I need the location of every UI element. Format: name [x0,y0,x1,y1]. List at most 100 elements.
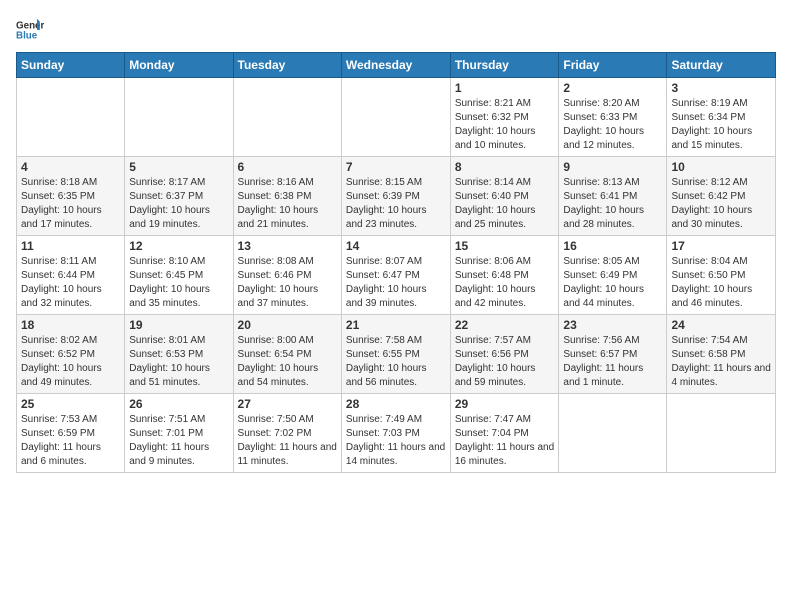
day-info: Sunrise: 8:06 AM Sunset: 6:48 PM Dayligh… [455,255,555,311]
day-number: 3 [671,81,771,95]
calendar-week-row: 4 Sunrise: 8:18 AM Sunset: 6:35 PM Daylig… [17,157,776,236]
calendar-cell: 7 Sunrise: 8:15 AM Sunset: 6:39 PM Daylig… [341,157,450,236]
calendar-cell [559,394,667,473]
calendar-cell: 17Sunrise: 8:04 AM Sunset: 6:50 PM Dayli… [667,236,776,315]
day-number: 29 [455,397,555,411]
calendar-cell: 23 Sunrise: 7:56 AM Sunset: 6:57 PM Dayli… [559,315,667,394]
day-info: Sunrise: 8:05 AM Sunset: 6:49 PM Dayligh… [563,255,662,311]
weekday-header-saturday: Saturday [667,53,776,78]
day-info: Sunrise: 7:47 AM Sunset: 7:04 PM Dayligh… [455,413,555,469]
logo: General Blue [16,16,46,44]
day-info: Sunrise: 8:02 AM Sunset: 6:52 PM Dayligh… [21,334,120,390]
calendar-cell: 12 Sunrise: 8:10 AM Sunset: 6:45 PM Dayli… [125,236,233,315]
calendar-cell: 28 Sunrise: 7:49 AM Sunset: 7:03 PM Dayli… [341,394,450,473]
calendar-cell: 18 Sunrise: 8:02 AM Sunset: 6:52 PM Dayli… [17,315,125,394]
day-number: 12 [129,239,228,253]
day-number: 13 [238,239,337,253]
calendar-cell: 9 Sunrise: 8:13 AM Sunset: 6:41 PM Daylig… [559,157,667,236]
calendar-week-row: 11 Sunrise: 8:11 AM Sunset: 6:44 PM Dayli… [17,236,776,315]
weekday-header-wednesday: Wednesday [341,53,450,78]
calendar-cell [233,78,341,157]
day-info: Sunrise: 8:12 AM Sunset: 6:42 PM Dayligh… [671,176,771,232]
calendar-week-row: 25 Sunrise: 7:53 AM Sunset: 6:59 PM Dayli… [17,394,776,473]
day-info: Sunrise: 8:16 AM Sunset: 6:38 PM Dayligh… [238,176,337,232]
day-number: 15 [455,239,555,253]
day-number: 25 [21,397,120,411]
calendar-cell: 16 Sunrise: 8:05 AM Sunset: 6:49 PM Dayli… [559,236,667,315]
calendar-cell: 14 Sunrise: 8:07 AM Sunset: 6:47 PM Dayli… [341,236,450,315]
calendar-week-row: 18 Sunrise: 8:02 AM Sunset: 6:52 PM Dayli… [17,315,776,394]
day-info: Sunrise: 7:54 AM Sunset: 6:58 PM Dayligh… [671,334,771,390]
weekday-header-row: SundayMondayTuesdayWednesdayThursdayFrid… [17,53,776,78]
day-info: Sunrise: 8:14 AM Sunset: 6:40 PM Dayligh… [455,176,555,232]
day-number: 14 [346,239,446,253]
day-info: Sunrise: 7:50 AM Sunset: 7:02 PM Dayligh… [238,413,337,469]
logo-icon: General Blue [16,16,44,44]
weekday-header-tuesday: Tuesday [233,53,341,78]
day-number: 7 [346,160,446,174]
day-number: 10 [671,160,771,174]
calendar-cell: 19 Sunrise: 8:01 AM Sunset: 6:53 PM Dayli… [125,315,233,394]
calendar-cell: 13Sunrise: 8:08 AM Sunset: 6:46 PM Dayli… [233,236,341,315]
calendar-cell: 4 Sunrise: 8:18 AM Sunset: 6:35 PM Daylig… [17,157,125,236]
day-info: Sunrise: 8:10 AM Sunset: 6:45 PM Dayligh… [129,255,228,311]
day-number: 8 [455,160,555,174]
calendar-cell: 8 Sunrise: 8:14 AM Sunset: 6:40 PM Daylig… [450,157,559,236]
calendar-cell: 1 Sunrise: 8:21 AM Sunset: 6:32 PM Daylig… [450,78,559,157]
day-number: 11 [21,239,120,253]
day-info: Sunrise: 8:00 AM Sunset: 6:54 PM Dayligh… [238,334,337,390]
calendar-cell [17,78,125,157]
day-number: 21 [346,318,446,332]
day-number: 23 [563,318,662,332]
day-number: 28 [346,397,446,411]
weekday-header-sunday: Sunday [17,53,125,78]
calendar-cell: 20 Sunrise: 8:00 AM Sunset: 6:54 PM Dayli… [233,315,341,394]
calendar-cell [341,78,450,157]
calendar-cell: 26 Sunrise: 7:51 AM Sunset: 7:01 PM Dayli… [125,394,233,473]
day-number: 20 [238,318,337,332]
day-info: Sunrise: 8:15 AM Sunset: 6:39 PM Dayligh… [346,176,446,232]
day-info: Sunrise: 8:11 AM Sunset: 6:44 PM Dayligh… [21,255,120,311]
day-info: Sunrise: 8:18 AM Sunset: 6:35 PM Dayligh… [21,176,120,232]
day-info: Sunrise: 8:20 AM Sunset: 6:33 PM Dayligh… [563,97,662,153]
calendar-cell: 11 Sunrise: 8:11 AM Sunset: 6:44 PM Dayli… [17,236,125,315]
day-number: 4 [21,160,120,174]
day-info: Sunrise: 8:17 AM Sunset: 6:37 PM Dayligh… [129,176,228,232]
header: General Blue [16,16,776,44]
weekday-header-friday: Friday [559,53,667,78]
calendar-table: SundayMondayTuesdayWednesdayThursdayFrid… [16,52,776,473]
day-info: Sunrise: 7:49 AM Sunset: 7:03 PM Dayligh… [346,413,446,469]
calendar-cell: 25 Sunrise: 7:53 AM Sunset: 6:59 PM Dayli… [17,394,125,473]
day-info: Sunrise: 7:53 AM Sunset: 6:59 PM Dayligh… [21,413,120,469]
calendar-cell: 27 Sunrise: 7:50 AM Sunset: 7:02 PM Dayli… [233,394,341,473]
day-number: 9 [563,160,662,174]
calendar-cell: 10 Sunrise: 8:12 AM Sunset: 6:42 PM Dayli… [667,157,776,236]
day-number: 26 [129,397,228,411]
day-number: 18 [21,318,120,332]
day-number: 22 [455,318,555,332]
day-info: Sunrise: 7:58 AM Sunset: 6:55 PM Dayligh… [346,334,446,390]
day-number: 6 [238,160,337,174]
calendar-cell: 15 Sunrise: 8:06 AM Sunset: 6:48 PM Dayli… [450,236,559,315]
calendar-cell: 21 Sunrise: 7:58 AM Sunset: 6:55 PM Dayli… [341,315,450,394]
day-info: Sunrise: 8:04 AM Sunset: 6:50 PM Dayligh… [671,255,771,311]
calendar-cell: 22Sunrise: 7:57 AM Sunset: 6:56 PM Dayli… [450,315,559,394]
calendar-cell: 5Sunrise: 8:17 AM Sunset: 6:37 PM Daylig… [125,157,233,236]
day-info: Sunrise: 8:01 AM Sunset: 6:53 PM Dayligh… [129,334,228,390]
day-number: 1 [455,81,555,95]
calendar-cell [125,78,233,157]
calendar-cell [667,394,776,473]
day-info: Sunrise: 8:13 AM Sunset: 6:41 PM Dayligh… [563,176,662,232]
day-info: Sunrise: 8:07 AM Sunset: 6:47 PM Dayligh… [346,255,446,311]
weekday-header-thursday: Thursday [450,53,559,78]
day-info: Sunrise: 7:51 AM Sunset: 7:01 PM Dayligh… [129,413,228,469]
day-number: 27 [238,397,337,411]
day-number: 16 [563,239,662,253]
day-number: 24 [671,318,771,332]
day-info: Sunrise: 8:21 AM Sunset: 6:32 PM Dayligh… [455,97,555,153]
day-info: Sunrise: 7:56 AM Sunset: 6:57 PM Dayligh… [563,334,662,390]
calendar-cell: 24 Sunrise: 7:54 AM Sunset: 6:58 PM Dayli… [667,315,776,394]
calendar-cell: 2 Sunrise: 8:20 AM Sunset: 6:33 PM Daylig… [559,78,667,157]
day-number: 19 [129,318,228,332]
day-number: 2 [563,81,662,95]
